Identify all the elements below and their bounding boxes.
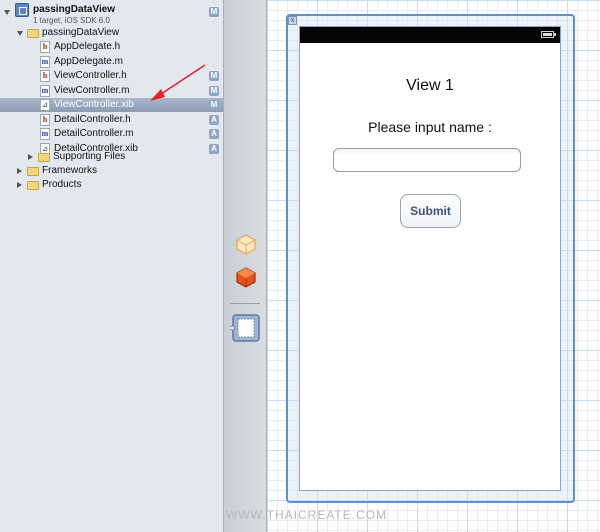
iphone-view[interactable]	[299, 26, 561, 491]
scm-status-badge: A	[209, 115, 219, 125]
header-file-icon: h	[40, 114, 50, 126]
file-row[interactable]: ⊿ ViewController.xib M	[0, 98, 223, 112]
disclosure-triangle-icon[interactable]	[28, 154, 33, 160]
project-status-badge: M	[209, 7, 219, 17]
folder-icon	[27, 181, 39, 190]
disclosure-triangle-icon[interactable]	[4, 10, 10, 15]
project-navigator: passingDataView 1 target, iOS SDK 6.0 M …	[0, 0, 224, 532]
scm-status-badge: M	[209, 86, 219, 96]
file-row[interactable]: h DetailController.h A	[0, 113, 223, 127]
group-name: passingDataView	[42, 27, 120, 38]
group-name: Supporting Files	[53, 151, 126, 162]
first-responder-cube-icon[interactable]	[235, 266, 257, 288]
file-name: ViewController.h	[54, 70, 127, 81]
disclosure-triangle-icon[interactable]	[17, 182, 22, 188]
file-name: AppDelegate.m	[54, 56, 123, 67]
folder-icon	[38, 153, 50, 162]
watermark-text: WWW.THAICREATE.COM	[226, 508, 388, 522]
file-name: ViewController.xib	[54, 99, 134, 110]
close-icon[interactable]: x	[288, 16, 297, 25]
source-file-icon: m	[40, 85, 50, 97]
file-row[interactable]: m DetailController.m A	[0, 127, 223, 141]
file-name: ViewController.m	[54, 85, 130, 96]
scm-status-badge: M	[209, 71, 219, 81]
xcode-project-icon	[15, 3, 29, 17]
disclosure-triangle-icon[interactable]	[17, 168, 22, 174]
xib-file-icon: ⊿	[40, 99, 50, 111]
file-name: DetailController.h	[54, 114, 131, 125]
file-row[interactable]: m ViewController.m M	[0, 84, 223, 98]
project-row[interactable]: passingDataView 1 target, iOS SDK 6.0 M	[0, 0, 223, 28]
status-bar	[300, 27, 560, 43]
placeholder-cube-icon[interactable]	[235, 233, 257, 255]
group-row[interactable]: passingDataView	[0, 26, 223, 40]
name-text-field[interactable]	[333, 148, 521, 172]
header-file-icon: h	[40, 70, 50, 82]
group-row-products[interactable]: Products	[0, 178, 223, 192]
group-row-frameworks[interactable]: Frameworks	[0, 164, 223, 178]
source-file-icon: m	[40, 128, 50, 140]
file-name: AppDelegate.h	[54, 41, 121, 52]
header-file-icon: h	[40, 41, 50, 53]
view-object-icon[interactable]	[231, 313, 261, 343]
scm-status-badge: M	[209, 100, 219, 110]
battery-icon	[541, 31, 556, 38]
group-name: Products	[42, 179, 82, 190]
submit-button[interactable]: Submit	[400, 194, 461, 228]
file-row[interactable]: h AppDelegate.h	[0, 40, 223, 54]
document-outline-dock	[224, 0, 267, 532]
view-title-label: View 1	[406, 77, 454, 94]
scm-status-badge: A	[209, 129, 219, 139]
disclosure-triangle-icon[interactable]	[17, 31, 23, 36]
file-row[interactable]: h ViewController.h M	[0, 69, 223, 83]
source-file-icon: m	[40, 56, 50, 68]
group-row-supporting-files[interactable]: Supporting Files	[0, 150, 223, 164]
name-prompt-label: Please input name :	[368, 119, 492, 135]
dock-separator	[230, 303, 260, 304]
file-row[interactable]: m AppDelegate.m	[0, 55, 223, 69]
folder-icon	[27, 167, 39, 176]
group-name: Frameworks	[42, 165, 98, 176]
folder-icon	[27, 29, 39, 38]
file-name: DetailController.m	[54, 128, 134, 139]
